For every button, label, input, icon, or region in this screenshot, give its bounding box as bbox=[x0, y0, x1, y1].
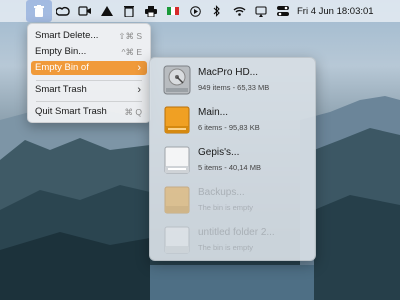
menu-item-empty-bin[interactable]: Empty Bin... ^⌘ E bbox=[31, 45, 147, 59]
menu-separator bbox=[36, 80, 142, 81]
flag-icon[interactable] bbox=[162, 0, 184, 22]
wifi-icon[interactable] bbox=[228, 0, 250, 22]
orange-disk-icon bbox=[162, 184, 192, 216]
trash-icon[interactable] bbox=[26, 0, 52, 22]
menu-item-quit[interactable]: Quit Smart Trash ⌘ Q bbox=[31, 105, 147, 119]
disk-name: MacPro HD... bbox=[198, 67, 259, 78]
video-icon[interactable] bbox=[74, 0, 96, 22]
smart-trash-menu: Smart Delete... ⇧⌘ S Empty Bin... ^⌘ E E… bbox=[27, 23, 151, 123]
disk-info: 6 items - 95,83 KB bbox=[198, 123, 260, 132]
menubar-clock[interactable]: Fri 4 Jun 18:03:01 bbox=[297, 6, 374, 17]
disk-info: The bin is empty bbox=[198, 203, 254, 212]
play-icon[interactable] bbox=[184, 0, 206, 22]
menu-separator bbox=[36, 101, 142, 102]
menu-item-label: Smart Delete... bbox=[35, 30, 99, 41]
menu-item-shortcut: ⇧⌘ S bbox=[118, 31, 142, 41]
internal-disk-icon bbox=[162, 64, 192, 96]
menu-item-smart-trash[interactable]: Smart Trash › bbox=[31, 83, 147, 97]
disk-info: The bin is empty bbox=[198, 243, 254, 252]
menu-item-shortcut: ⌘ Q bbox=[124, 107, 142, 117]
menu-item-label: Empty Bin of bbox=[35, 62, 89, 73]
menu-item-label: Empty Bin... bbox=[35, 46, 87, 57]
disk-item-untitled-folder: untitled folder 2... The bin is empty bbox=[150, 221, 315, 259]
disk-name: Main... bbox=[198, 107, 229, 118]
menu-item-label: Quit Smart Trash bbox=[35, 106, 107, 117]
menu-item-shortcut: ^⌘ E bbox=[121, 47, 142, 57]
white-disk-icon bbox=[162, 224, 192, 256]
bin-icon[interactable] bbox=[118, 0, 140, 22]
menu-item-empty-bin-of[interactable]: Empty Bin of › bbox=[31, 61, 147, 75]
disk-name: Backups... bbox=[198, 187, 245, 198]
menu-item-label: Smart Trash bbox=[35, 84, 87, 95]
control-center-icon[interactable] bbox=[272, 0, 294, 22]
disk-name: untitled folder 2... bbox=[198, 227, 275, 238]
bluetooth-icon[interactable] bbox=[206, 0, 228, 22]
disk-item-gepis[interactable]: Gepis's... 5 items - 40,14 MB bbox=[150, 141, 315, 179]
chevron-right-icon: › bbox=[137, 84, 141, 96]
menu-item-smart-delete[interactable]: Smart Delete... ⇧⌘ S bbox=[31, 29, 147, 43]
creative-cloud-icon[interactable] bbox=[52, 0, 74, 22]
airplay-icon[interactable] bbox=[250, 0, 272, 22]
printer-icon[interactable] bbox=[140, 0, 162, 22]
empty-bin-of-submenu: MacPro HD... 949 items - 65,33 MB Main..… bbox=[149, 57, 316, 261]
disk-name: Gepis's... bbox=[198, 147, 240, 158]
disk-item-backups: Backups... The bin is empty bbox=[150, 181, 315, 219]
white-disk-icon bbox=[162, 144, 192, 176]
menu-bar: Fri 4 Jun 18:03:01 bbox=[0, 0, 400, 22]
disk-info: 949 items - 65,33 MB bbox=[198, 83, 270, 92]
chevron-right-icon: › bbox=[137, 62, 141, 74]
disk-item-main[interactable]: Main... 6 items - 95,83 KB bbox=[150, 101, 315, 139]
orange-disk-icon bbox=[162, 104, 192, 136]
drive-icon[interactable] bbox=[96, 0, 118, 22]
disk-info: 5 items - 40,14 MB bbox=[198, 163, 261, 172]
disk-item-macpro-hd[interactable]: MacPro HD... 949 items - 65,33 MB bbox=[150, 61, 315, 99]
